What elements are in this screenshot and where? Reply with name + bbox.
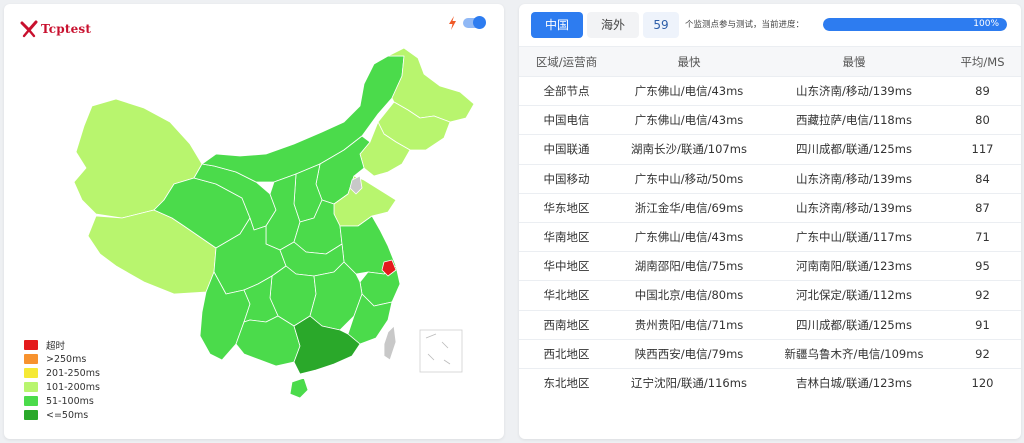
- table-row[interactable]: 华中地区 湖南邵阳/电信/75ms 河南南阳/联通/123ms 95: [519, 251, 1021, 280]
- table-cell: 广东佛山/电信/43ms: [634, 84, 744, 99]
- table-row[interactable]: 华东地区 浙江金华/电信/69ms 山东济南/移动/139ms 87: [519, 192, 1021, 222]
- table-header: 区域/运营商 最快 最慢 平均/MS: [519, 46, 1021, 76]
- region-tabs: 中国 海外: [531, 12, 643, 38]
- legend-swatch: [24, 382, 38, 392]
- table-cell: 西南地区: [543, 317, 590, 332]
- table-cell: 华东地区: [543, 200, 590, 215]
- table-cell: 92: [975, 288, 990, 303]
- table-cell: 广东中山/移动/50ms: [634, 171, 744, 186]
- legend-label: 超时: [46, 341, 66, 352]
- legend-item[interactable]: 201-250ms: [24, 366, 100, 380]
- table-row[interactable]: 中国移动 广东中山/移动/50ms 山东济南/移动/139ms 84: [519, 163, 1021, 193]
- table-cell: 四川成都/联通/125ms: [796, 317, 912, 332]
- table-cell: 117: [971, 142, 994, 157]
- tab-overseas[interactable]: 海外: [587, 12, 640, 38]
- region-taiwan[interactable]: [383, 325, 397, 361]
- legend-label: 101-200ms: [46, 381, 100, 393]
- table-row[interactable]: 中国联通 湖南长沙/联通/107ms 四川成都/联通/125ms 117: [519, 134, 1021, 163]
- legend-swatch: [24, 368, 38, 378]
- table-cell: 贵州贵阳/电信/71ms: [634, 317, 744, 332]
- map-panel: Tcptest 超时 >250ms 201-250ms 101-200ms 51…: [4, 4, 504, 439]
- latency-legend: 超时 >250ms 201-250ms 101-200ms 51-100ms <=50ms: [24, 338, 100, 422]
- legend-label: 51-100ms: [46, 395, 94, 407]
- table-cell: 河南南阳/联通/123ms: [796, 259, 912, 274]
- table-row[interactable]: 华南地区 广东佛山/电信/43ms 广东中山/联通/117ms 71: [519, 221, 1021, 251]
- table-cell: 西北地区: [543, 346, 590, 361]
- table-cell: 87: [975, 200, 990, 215]
- table-cell: 山东济南/移动/139ms: [796, 200, 912, 215]
- table-cell: 四川成都/联通/125ms: [796, 142, 912, 157]
- table-cell: 山东济南/移动/139ms: [796, 171, 912, 186]
- table-row[interactable]: 西北地区 陕西西安/电信/79ms 新疆乌鲁木齐/电信/109ms 92: [519, 338, 1021, 368]
- table-cell: 中国电信: [543, 113, 590, 128]
- table-cell: 华中地区: [543, 259, 590, 274]
- table-cell: 广东中山/联通/117ms: [796, 230, 912, 245]
- table-cell: 陕西西安/电信/79ms: [634, 346, 744, 361]
- progress-fill: 100%: [823, 18, 1007, 31]
- table-cell: 河北保定/联通/112ms: [796, 288, 912, 303]
- column-header[interactable]: 平均/MS: [944, 54, 1021, 70]
- table-cell: 湖南长沙/联通/107ms: [631, 142, 747, 157]
- table-cell: 华南地区: [543, 230, 590, 245]
- table-cell: 华北地区: [543, 288, 590, 303]
- legend-swatch: [24, 396, 38, 406]
- legend-swatch: [24, 410, 38, 420]
- legend-item[interactable]: <=50ms: [24, 408, 100, 422]
- table-cell: 浙江金华/电信/69ms: [634, 200, 744, 215]
- table-cell: 71: [975, 230, 990, 245]
- table-cell: 中国移动: [543, 171, 590, 186]
- legend-item[interactable]: 101-200ms: [24, 380, 100, 394]
- table-cell: 东北地区: [543, 375, 590, 390]
- results-panel: 中国 海外 59 个监测点参与测试，当前进度： 100% 区域/运营商 最快 最慢平…: [519, 4, 1021, 439]
- table-cell: 广东佛山/电信/43ms: [634, 230, 744, 245]
- table-cell: 辽宁沈阳/联通/116ms: [631, 375, 747, 390]
- legend-label: >250ms: [46, 353, 87, 365]
- table-cell: 广东佛山/电信/43ms: [634, 113, 744, 128]
- table-cell: 中国北京/电信/80ms: [634, 288, 744, 303]
- table-cell: 92: [975, 346, 990, 361]
- region-hainan[interactable]: [289, 377, 309, 399]
- table-row[interactable]: 西南地区 贵州贵阳/电信/71ms 四川成都/联通/125ms 91: [519, 309, 1021, 339]
- table-cell: 湖南邵阳/电信/75ms: [634, 259, 744, 274]
- table-cell: 吉林白城/联通/123ms: [796, 375, 912, 390]
- table-cell: 全部节点: [543, 84, 590, 99]
- table-cell: 95: [975, 259, 990, 274]
- results-table: 区域/运营商 最快 最慢 平均/MS 全部节点 广东佛山/电信/43ms 山东济南/移动/1…: [519, 46, 1021, 397]
- table-cell: 89: [975, 84, 990, 99]
- legend-swatch: [24, 340, 38, 350]
- column-header[interactable]: 最慢: [764, 54, 944, 70]
- legend-item[interactable]: >250ms: [24, 352, 100, 366]
- legend-item[interactable]: 超时: [24, 338, 100, 352]
- legend-item[interactable]: 51-100ms: [24, 394, 100, 408]
- monitor-progress-label: 个监测点参与测试，当前进度：: [685, 20, 805, 30]
- legend-swatch: [24, 354, 38, 364]
- table-row[interactable]: 华北地区 中国北京/电信/80ms 河北保定/联通/112ms 92: [519, 280, 1021, 309]
- progress-bar: 100%: [823, 18, 1007, 31]
- table-cell: 120: [971, 375, 994, 390]
- table-cell: 新疆乌鲁木齐/电信/109ms: [784, 346, 924, 361]
- table-row[interactable]: 东北地区 辽宁沈阳/联通/116ms 吉林白城/联通/123ms 120: [519, 367, 1021, 397]
- column-header[interactable]: 最快: [614, 54, 764, 70]
- south-china-sea-inset: [419, 329, 463, 373]
- table-row[interactable]: 全部节点 广东佛山/电信/43ms 山东济南/移动/139ms 89: [519, 76, 1021, 105]
- table-cell: 80: [975, 113, 990, 128]
- table-cell: 西藏拉萨/电信/118ms: [796, 113, 912, 128]
- table-cell: 山东济南/移动/139ms: [796, 84, 912, 99]
- legend-label: <=50ms: [46, 409, 89, 421]
- tab-china[interactable]: 中国: [531, 12, 584, 38]
- region-guangxi[interactable]: [235, 315, 301, 367]
- column-header[interactable]: 区域/运营商: [519, 54, 614, 70]
- monitor-count: 59: [643, 12, 679, 38]
- table-row[interactable]: 中国电信 广东佛山/电信/43ms 西藏拉萨/电信/118ms 80: [519, 105, 1021, 134]
- progress-percent: 100%: [973, 19, 999, 29]
- legend-label: 201-250ms: [46, 367, 100, 379]
- table-cell: 中国联通: [543, 142, 590, 157]
- table-cell: 91: [975, 317, 990, 332]
- table-cell: 84: [975, 171, 990, 186]
